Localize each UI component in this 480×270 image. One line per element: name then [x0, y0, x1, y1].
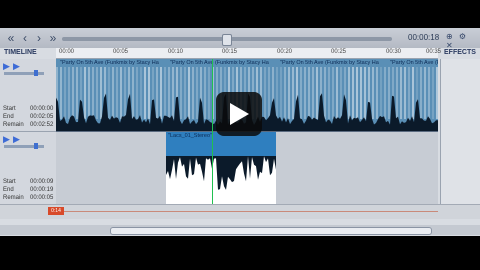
track2-header: ▶ ▶ Start 00:00:09 End 00:00:19 Remain 0…: [0, 132, 56, 204]
previous-icon[interactable]: ‹: [18, 31, 32, 45]
track1-remain-label: Remain: [3, 122, 24, 128]
track1-start-value: 00:00:00: [30, 106, 54, 112]
track2-volume-knob[interactable]: [34, 143, 38, 149]
ruler-tick-label: 00:25: [331, 49, 347, 55]
toolbar-icons[interactable]: ⊕ ⚙ ✕: [446, 32, 480, 50]
marker-line: [64, 211, 438, 212]
track2-clip-area[interactable]: "Lacs_01_Stereo": [56, 132, 438, 204]
play-icon[interactable]: [230, 103, 249, 125]
track2-start-label: Start: [3, 179, 16, 185]
track2-volume-slider[interactable]: [4, 145, 44, 148]
rewind-to-start-icon[interactable]: «: [4, 31, 18, 45]
track1-start-label: Start: [3, 106, 16, 112]
track1-loop-icon[interactable]: ▶: [13, 61, 20, 72]
track1-end-value: 00:02:05: [30, 114, 54, 120]
track2-play-icon[interactable]: ▶: [3, 134, 10, 145]
track1-volume-slider[interactable]: [4, 72, 44, 75]
track2-remain-value: 00:00:05: [30, 195, 54, 201]
track1-play-icon[interactable]: ▶: [3, 61, 10, 72]
timecode-display: 00:00:18: [408, 33, 440, 42]
horizontal-scroll-thumb[interactable]: [110, 227, 432, 235]
ruler-tick-label: 00:20: [277, 49, 293, 55]
ruler-tick-label: 00:15: [222, 49, 238, 55]
zoom-slider-thumb[interactable]: [222, 34, 232, 46]
track2-loop-icon[interactable]: ▶: [13, 134, 20, 145]
track1-header: ▶ ▶ Start 00:00:00 End 00:02:05 Remain 0…: [0, 59, 56, 132]
next-icon[interactable]: ›: [32, 31, 46, 45]
ruler-tick-label: 00:10: [168, 49, 184, 55]
track1-end-label: End: [3, 114, 14, 120]
ruler-tick-label: 00:00: [59, 49, 75, 55]
track2-waveform: [166, 132, 276, 190]
track1-volume-knob[interactable]: [34, 70, 38, 76]
effects-title[interactable]: EFFECTS: [444, 49, 476, 56]
track2-remain-label: Remain: [3, 195, 24, 201]
effects-panel: [440, 59, 480, 204]
playhead[interactable]: [212, 59, 213, 204]
forward-to-end-icon[interactable]: »: [46, 31, 60, 45]
track2-clip-title: "Lacs_01_Stereo": [168, 133, 212, 139]
timeline-title: TIMELINE: [4, 49, 37, 56]
time-ruler[interactable]: 00:00 00:05 00:10 00:15 00:20 00:25 00:3…: [56, 48, 442, 59]
top-toolbar: « ‹ › » 00:00:18 ⊕ ⚙ ✕: [0, 28, 480, 50]
track1-remain-value: 00:02:52: [30, 122, 54, 128]
track2-end-label: End: [3, 187, 14, 193]
track2-start-value: 00:00:09: [30, 179, 54, 185]
track2-end-value: 00:00:19: [30, 187, 54, 193]
marker-flag[interactable]: 0:14: [48, 207, 64, 215]
ruler-tick-label: 00:05: [113, 49, 129, 55]
ruler-tick-label: 00:35: [426, 49, 442, 55]
track2-clip[interactable]: "Lacs_01_Stereo": [166, 132, 276, 204]
ruler-tick-label: 00:30: [386, 49, 402, 55]
